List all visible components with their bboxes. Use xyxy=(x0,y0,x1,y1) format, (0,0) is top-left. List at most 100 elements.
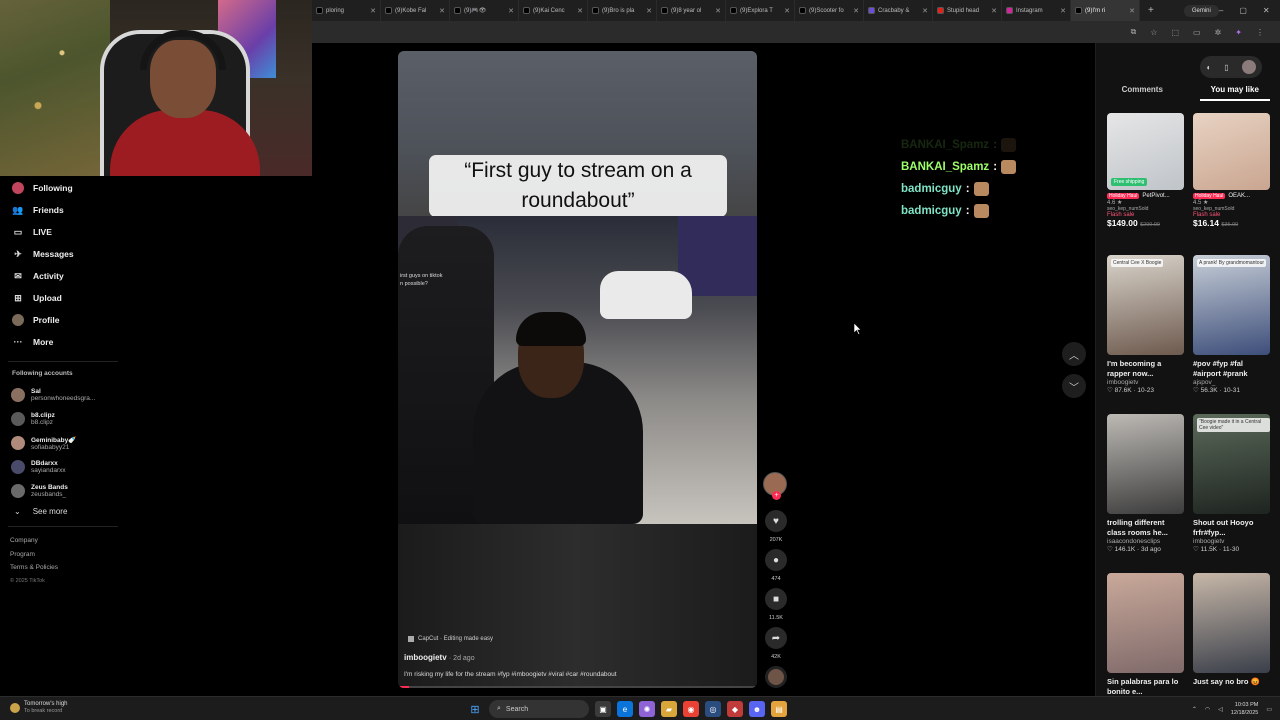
heart-icon[interactable]: ♥ xyxy=(765,510,787,532)
sidebar-item-friends[interactable]: 👥 Friends xyxy=(0,199,125,221)
clock[interactable]: 10:03 PM 12/18/2025 xyxy=(1231,701,1259,717)
wifi-icon[interactable]: ◠ xyxy=(1205,706,1210,713)
tab-comments[interactable]: Comments xyxy=(1096,85,1189,101)
capcut-text: CapCut · Editing made easy xyxy=(418,636,494,642)
browser-tab[interactable]: (9)Kobe Fal ✕ xyxy=(381,0,450,21)
tab-close-icon[interactable]: ✕ xyxy=(922,7,928,15)
follow-plus-icon[interactable]: + xyxy=(772,491,781,500)
following-account[interactable]: Sal personwhoneedsgra... xyxy=(0,383,125,407)
user-avatar[interactable] xyxy=(1241,60,1256,74)
share-icon[interactable]: ➦ xyxy=(765,627,787,649)
tab-close-icon[interactable]: ✕ xyxy=(784,7,790,15)
browser-tab[interactable]: (9)I'm ri ✕ xyxy=(1071,0,1140,21)
gemini-button[interactable]: Gemini xyxy=(1183,4,1219,17)
previous-video-button[interactable]: ︿ xyxy=(1062,342,1086,366)
task-view-icon[interactable]: ▣ xyxy=(595,701,611,717)
video-player[interactable]: “First guy to stream on a roundabout” ir… xyxy=(398,51,757,688)
sidepanel-icon[interactable]: ▭ xyxy=(1193,28,1201,37)
tab-close-icon[interactable]: ✕ xyxy=(1060,7,1066,15)
tab-close-icon[interactable]: ✕ xyxy=(439,7,445,15)
bookmark-star-icon[interactable]: ☆ xyxy=(1150,28,1157,37)
cast-icon[interactable]: ⧉ xyxy=(1131,27,1137,37)
file-explorer-icon[interactable]: ▰ xyxy=(661,701,677,717)
volume-icon[interactable]: ◁ xyxy=(1218,706,1223,713)
sidebar-item-live[interactable]: ▭ LIVE xyxy=(0,221,125,243)
browser-tab[interactable]: (9)Kai Cenc ✕ xyxy=(519,0,588,21)
sidebar-item-label: Messages xyxy=(33,249,74,259)
tab-close-icon[interactable]: ✕ xyxy=(577,7,583,15)
recommended-video-card[interactable]: "Boogie made it in a Central Cee video" S… xyxy=(1193,414,1270,569)
video-progress-bar[interactable] xyxy=(398,686,757,688)
browser-tab[interactable]: Cracbaby & ✕ xyxy=(864,0,933,21)
close-window-button[interactable]: ✕ xyxy=(1263,6,1270,15)
browser-tab[interactable]: (9)Explora T ✕ xyxy=(726,0,795,21)
footer-link-terms[interactable]: Terms & Policies xyxy=(0,564,125,578)
new-tab-button[interactable]: + xyxy=(1140,5,1162,16)
following-account[interactable]: Zeus Bands zeusbands_ xyxy=(0,479,125,503)
notifications-icon[interactable]: ▭ xyxy=(1266,706,1272,713)
steam-icon[interactable]: ◎ xyxy=(705,701,721,717)
edge-icon[interactable]: e xyxy=(617,701,633,717)
app-icon-yellow[interactable]: ▤ xyxy=(771,701,787,717)
menu-dots-icon[interactable]: ⋮ xyxy=(1256,28,1264,37)
puzzle-icon[interactable]: ✲ xyxy=(1215,28,1222,37)
tab-title: (9)Bro is pla xyxy=(602,7,635,14)
bookmark-icon[interactable]: ■ xyxy=(765,588,787,610)
browser-tab[interactable]: Instagram ✕ xyxy=(1002,0,1071,21)
browser-tab[interactable]: (9)Scooter fo ✕ xyxy=(795,0,864,21)
maximize-button[interactable]: ▢ xyxy=(1239,6,1247,15)
creator-avatar[interactable]: + xyxy=(763,472,787,500)
profile-extension-icon[interactable]: ✦ xyxy=(1235,28,1242,37)
recommended-video-card[interactable]: trolling different class rooms he... isaa… xyxy=(1107,414,1184,569)
browser-tab[interactable]: (9)Bro is pla ✕ xyxy=(588,0,657,21)
phone-icon[interactable]: ▯ xyxy=(1224,63,1228,72)
windows-start-icon[interactable]: ⊞ xyxy=(467,701,483,717)
music-disc-icon[interactable] xyxy=(765,666,787,688)
following-account[interactable]: DBdarxx sayiandarxx xyxy=(0,455,125,479)
see-more-button[interactable]: ⌄ See more xyxy=(0,507,125,516)
chat-emote-icon xyxy=(973,204,989,218)
following-account[interactable]: Geminibaby🍼 sofiababyy21 xyxy=(0,431,125,455)
browser-tab[interactable]: (9)8 year ol ✕ xyxy=(657,0,726,21)
sidebar-item-upload[interactable]: ⊞ Upload xyxy=(0,287,125,309)
video-title: Just say no bro 😡 xyxy=(1193,677,1260,686)
copilot-icon[interactable]: ✺ xyxy=(639,701,655,717)
tab-close-icon[interactable]: ✕ xyxy=(1129,7,1135,15)
tab-close-icon[interactable]: ✕ xyxy=(991,7,997,15)
app-icon-red[interactable]: ◆ xyxy=(727,701,743,717)
sidebar-item-messages[interactable]: ✈ Messages xyxy=(0,243,125,265)
discord-icon[interactable]: ☻ xyxy=(749,701,765,717)
tab-close-icon[interactable]: ✕ xyxy=(646,7,652,15)
browser-tab[interactable]: Stupid head ✕ xyxy=(933,0,1002,21)
theme-icon[interactable]: ◐ xyxy=(1206,63,1211,72)
footer-link-company[interactable]: Company xyxy=(0,537,125,551)
browser-tab[interactable]: (9)🎮👁 ✕ xyxy=(450,0,519,21)
sidebar-item-profile[interactable]: Profile xyxy=(0,309,125,331)
footer-link-program[interactable]: Program xyxy=(0,551,125,565)
shop-item-card[interactable]: Free shipping Holiday Haul PetPivot... 4.6 … xyxy=(1107,113,1184,251)
extensions-icon[interactable]: ⬚ xyxy=(1171,28,1179,37)
tab-close-icon[interactable]: ✕ xyxy=(715,7,721,15)
tray-chevron-icon[interactable]: ⌃ xyxy=(1192,706,1197,713)
browser-tab[interactable]: ploring ✕ xyxy=(312,0,381,21)
search-placeholder: Search xyxy=(505,705,529,713)
recommended-video-card[interactable]: Central Cee X Boogie I'm becoming a rappe… xyxy=(1107,255,1184,410)
following-account[interactable]: b8.clipz b8.clipz xyxy=(0,407,125,431)
next-video-button[interactable]: ﹀ xyxy=(1062,374,1086,398)
weather-widget[interactable]: Tomorrow's high To break record xyxy=(10,701,68,715)
tab-close-icon[interactable]: ✕ xyxy=(508,7,514,15)
taskbar-search[interactable]: ⌕ Search xyxy=(489,700,589,718)
tab-close-icon[interactable]: ✕ xyxy=(370,7,376,15)
tab-close-icon[interactable]: ✕ xyxy=(853,7,859,15)
chrome-icon[interactable]: ◉ xyxy=(683,701,699,717)
minimize-button[interactable]: – xyxy=(1219,6,1223,15)
capcut-label[interactable]: CapCut · Editing made easy xyxy=(408,636,493,642)
comment-icon[interactable]: ● xyxy=(765,549,787,571)
sidebar-item-following[interactable]: Following xyxy=(0,177,125,199)
recommended-video-card[interactable]: A prank! By grandmomantour #pov #fyp #fal… xyxy=(1193,255,1270,410)
tab-you-may-like[interactable]: You may like xyxy=(1199,85,1270,101)
video-author[interactable]: imboogietv · 2d ago xyxy=(404,653,475,662)
sidebar-item-activity[interactable]: ✉ Activity xyxy=(0,265,125,287)
shop-item-card[interactable]: Holiday Haul OEAK... 4.5 ★ seo_kep_numSold F… xyxy=(1193,113,1270,251)
sidebar-item-more[interactable]: ··· More xyxy=(0,331,125,353)
